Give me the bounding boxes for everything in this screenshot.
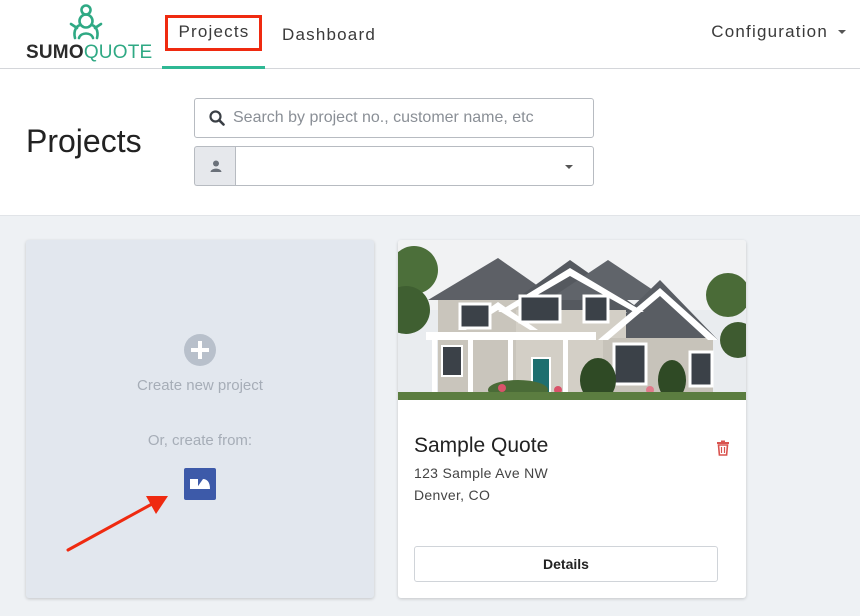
user-filter-select[interactable] bbox=[235, 146, 594, 186]
brand-name-part1: SUMO bbox=[26, 42, 84, 63]
project-address-line1: 123 Sample Ave NW bbox=[414, 465, 549, 481]
create-from-label: Or, create from: bbox=[147, 432, 253, 449]
tab-dashboard-label: Dashboard bbox=[282, 24, 376, 44]
brand-name: SUMOQUOTE bbox=[26, 42, 152, 64]
project-address-line2: Denver, CO bbox=[414, 487, 491, 503]
add-circle-icon[interactable] bbox=[184, 334, 216, 366]
template-logo-icon bbox=[190, 479, 210, 489]
projects-grid: Create new project Or, create from: Samp… bbox=[0, 216, 860, 616]
chevron-down-icon bbox=[565, 165, 573, 169]
brand-logo[interactable]: SUMOQUOTE bbox=[26, 4, 152, 63]
create-new-project-link[interactable]: Create new project bbox=[26, 377, 374, 394]
top-navbar: SUMOQUOTE Projects Dashboard Configurati… bbox=[0, 0, 860, 69]
page-title: Projects bbox=[26, 123, 142, 159]
page-header: Projects bbox=[0, 69, 860, 216]
search-box[interactable] bbox=[194, 98, 594, 138]
tab-projects-label: Projects bbox=[165, 15, 262, 51]
details-button[interactable]: Details bbox=[414, 546, 718, 582]
search-icon bbox=[209, 110, 225, 126]
tab-dashboard[interactable]: Dashboard bbox=[270, 0, 388, 69]
user-filter-addon bbox=[194, 146, 236, 186]
chevron-down-icon bbox=[838, 30, 846, 34]
tab-projects[interactable]: Projects bbox=[162, 0, 265, 69]
configuration-menu[interactable]: Configuration bbox=[711, 20, 846, 44]
user-icon bbox=[210, 160, 221, 172]
project-card: Sample Quote 123 Sample Ave NW Denver, C… bbox=[398, 240, 746, 598]
sumo-wrestler-icon bbox=[69, 4, 103, 40]
project-title[interactable]: Sample Quote bbox=[414, 434, 548, 458]
trash-icon[interactable] bbox=[716, 440, 730, 456]
template-source-icon[interactable] bbox=[184, 468, 216, 500]
brand-name-part2: QUOTE bbox=[83, 42, 153, 63]
configuration-label: Configuration bbox=[711, 22, 828, 41]
search-input[interactable] bbox=[233, 109, 573, 127]
house-photo[interactable] bbox=[398, 240, 746, 400]
annotation-arrow-icon bbox=[66, 496, 168, 552]
